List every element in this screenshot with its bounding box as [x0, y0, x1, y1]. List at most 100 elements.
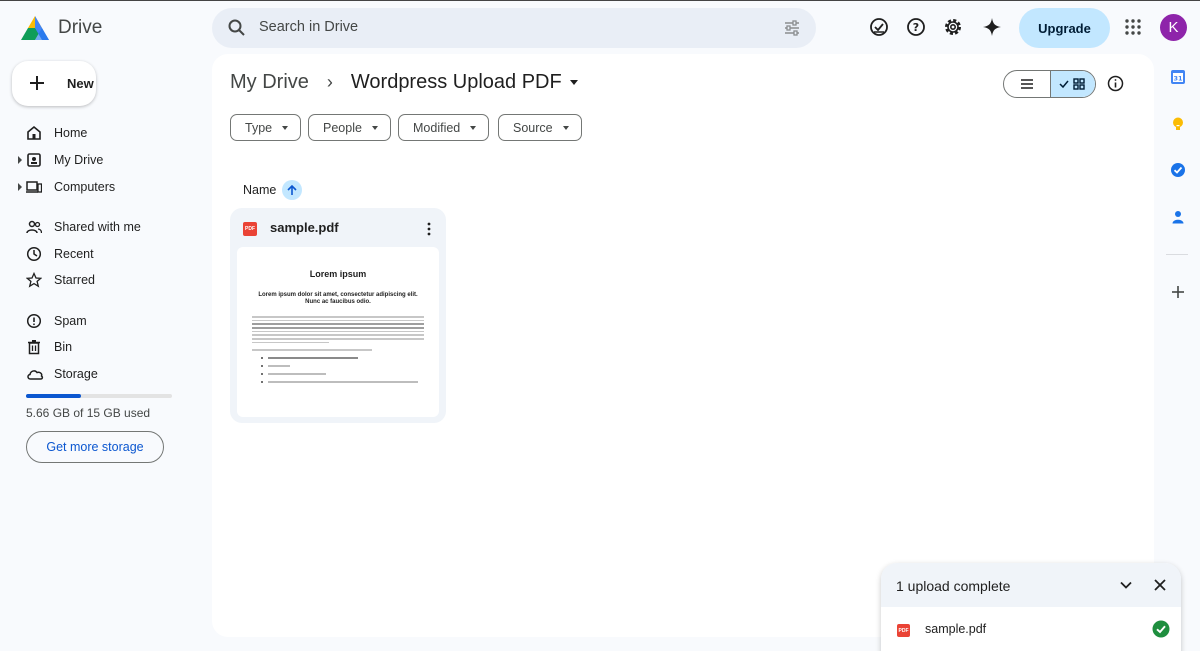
chevron-down-icon[interactable]	[1119, 578, 1133, 592]
my-drive-icon	[27, 153, 41, 167]
upload-item-row[interactable]: PDF sample.pdf	[881, 607, 1181, 651]
sidebar-item-computers[interactable]: Computers	[12, 174, 198, 200]
trash-icon	[28, 340, 40, 355]
sort-ascending-arrow-icon[interactable]	[282, 180, 303, 200]
add-icon[interactable]	[1170, 284, 1186, 300]
sidebar-item-home[interactable]: Home	[12, 120, 198, 146]
upload-file-name: sample.pdf	[925, 622, 987, 636]
filter-chip-label: People	[323, 120, 362, 135]
dropdown-arrow-icon	[562, 125, 569, 130]
account-avatar[interactable]: K	[1160, 14, 1187, 41]
sidebar-item-label: Starred	[54, 273, 95, 287]
breadcrumb-root[interactable]: My Drive	[230, 71, 309, 94]
upload-status-title: 1 upload complete	[896, 578, 1011, 594]
new-button-label: New	[67, 76, 94, 91]
sidebar-item-recent[interactable]: Recent	[12, 241, 198, 267]
svg-text:?: ?	[913, 21, 919, 34]
upload-progress-panel: 1 upload complete PDF sample.pdf	[881, 563, 1181, 651]
sort-by-name-header[interactable]: Name	[243, 180, 303, 200]
sidebar-item-label: Storage	[54, 367, 98, 381]
sidebar-item-storage[interactable]: Storage	[12, 361, 198, 387]
top-bar: Drive Search in Drive ? Upgrade K	[0, 0, 1200, 54]
filter-chip-label: Source	[513, 120, 553, 135]
new-button[interactable]: New	[12, 61, 96, 106]
folder-menu-dropdown-icon[interactable]	[569, 80, 578, 85]
filter-chip-label: Modified	[413, 120, 461, 135]
sidebar-item-my-drive[interactable]: My Drive	[12, 147, 198, 173]
close-icon[interactable]	[1153, 578, 1167, 592]
storage-usage-bar	[26, 394, 172, 398]
svg-text:31: 31	[1173, 75, 1183, 83]
dropdown-arrow-icon	[282, 125, 289, 130]
home-icon	[27, 125, 41, 140]
cloud-icon	[27, 370, 44, 380]
main-content: My Drive › Wordpress Upload PDF Type Peo…	[212, 54, 1154, 637]
filter-source-chip[interactable]: Source	[498, 114, 582, 141]
sidebar-item-label: Shared with me	[54, 220, 141, 234]
expand-caret-icon[interactable]	[18, 183, 22, 191]
spam-icon	[26, 313, 42, 329]
preview-subtitle: Lorem ipsum dolor sit amet, consectetur …	[258, 292, 418, 305]
breadcrumb: My Drive › Wordpress Upload PDF	[230, 71, 578, 94]
pdf-file-icon: PDF	[897, 624, 910, 637]
sidebar-item-spam[interactable]: Spam	[12, 308, 198, 334]
gemini-sparkle-icon[interactable]	[981, 16, 1003, 38]
storage-usage-text: 5.66 GB of 15 GB used	[26, 406, 151, 420]
filter-modified-chip[interactable]: Modified	[398, 114, 490, 141]
grid-view-button[interactable]	[1049, 71, 1095, 97]
help-icon[interactable]: ?	[905, 16, 927, 38]
ready-offline-icon[interactable]	[868, 16, 890, 38]
grid-view-icon	[1059, 78, 1085, 90]
upgrade-button[interactable]: Upgrade	[1019, 8, 1110, 48]
more-actions-icon[interactable]	[422, 220, 436, 238]
preview-bullets	[252, 356, 424, 383]
plus-icon	[30, 76, 44, 90]
upload-complete-check-icon	[1152, 620, 1170, 638]
sidebar-item-bin[interactable]: Bin	[12, 334, 198, 360]
sidebar-item-label: Bin	[54, 340, 73, 354]
file-card[interactable]: PDF sample.pdf Lorem ipsum Lorem ipsum d…	[230, 208, 446, 423]
upload-panel-header: 1 upload complete	[881, 563, 1181, 607]
search-options-icon[interactable]	[782, 18, 802, 38]
clock-icon	[26, 246, 42, 262]
filter-people-chip[interactable]: People	[308, 114, 391, 141]
computers-icon	[26, 181, 42, 193]
drive-logo[interactable]: Drive	[20, 13, 102, 43]
calendar-icon[interactable]: 31	[1170, 69, 1186, 85]
tasks-icon[interactable]	[1170, 162, 1186, 178]
search-bar[interactable]: Search in Drive	[212, 8, 816, 48]
sidebar-item-label: Recent	[54, 247, 94, 261]
sidebar-item-label: Spam	[54, 314, 87, 328]
filter-chip-label: Type	[245, 120, 273, 135]
sidebar-item-shared-with-me[interactable]: Shared with me	[12, 214, 198, 240]
list-view-button[interactable]	[1004, 71, 1050, 97]
filter-type-chip[interactable]: Type	[230, 114, 302, 141]
settings-icon[interactable]	[942, 16, 964, 38]
get-more-storage-button[interactable]: Get more storage	[26, 431, 164, 463]
star-icon	[26, 272, 42, 288]
dropdown-arrow-icon	[371, 125, 378, 130]
breadcrumb-current-folder[interactable]: Wordpress Upload PDF	[351, 71, 562, 94]
contacts-icon[interactable]	[1170, 209, 1186, 225]
preview-text-lines	[252, 316, 424, 351]
storage-usage-fill	[26, 394, 82, 398]
file-preview-thumbnail[interactable]: Lorem ipsum Lorem ipsum dolor sit amet, …	[237, 247, 439, 417]
view-toggle	[1003, 70, 1096, 98]
expand-caret-icon[interactable]	[18, 156, 22, 164]
search-input[interactable]: Search in Drive	[259, 19, 358, 35]
file-name: sample.pdf	[270, 220, 339, 235]
pdf-file-icon: PDF	[243, 222, 257, 236]
info-icon[interactable]	[1107, 75, 1124, 92]
sidebar-item-label: Computers	[54, 180, 116, 194]
search-icon[interactable]	[227, 18, 247, 38]
sidebar-item-label: Home	[54, 126, 88, 140]
sidebar-item-starred[interactable]: Starred	[12, 267, 198, 293]
dropdown-arrow-icon	[470, 125, 477, 130]
keep-icon[interactable]	[1170, 116, 1186, 132]
sidebar-item-label: My Drive	[54, 153, 104, 167]
breadcrumb-separator-icon: ›	[326, 72, 333, 92]
drive-logo-icon	[21, 16, 49, 40]
brand-name: Drive	[58, 17, 103, 38]
list-view-icon	[1020, 79, 1033, 89]
apps-grid-icon[interactable]	[1124, 18, 1142, 36]
